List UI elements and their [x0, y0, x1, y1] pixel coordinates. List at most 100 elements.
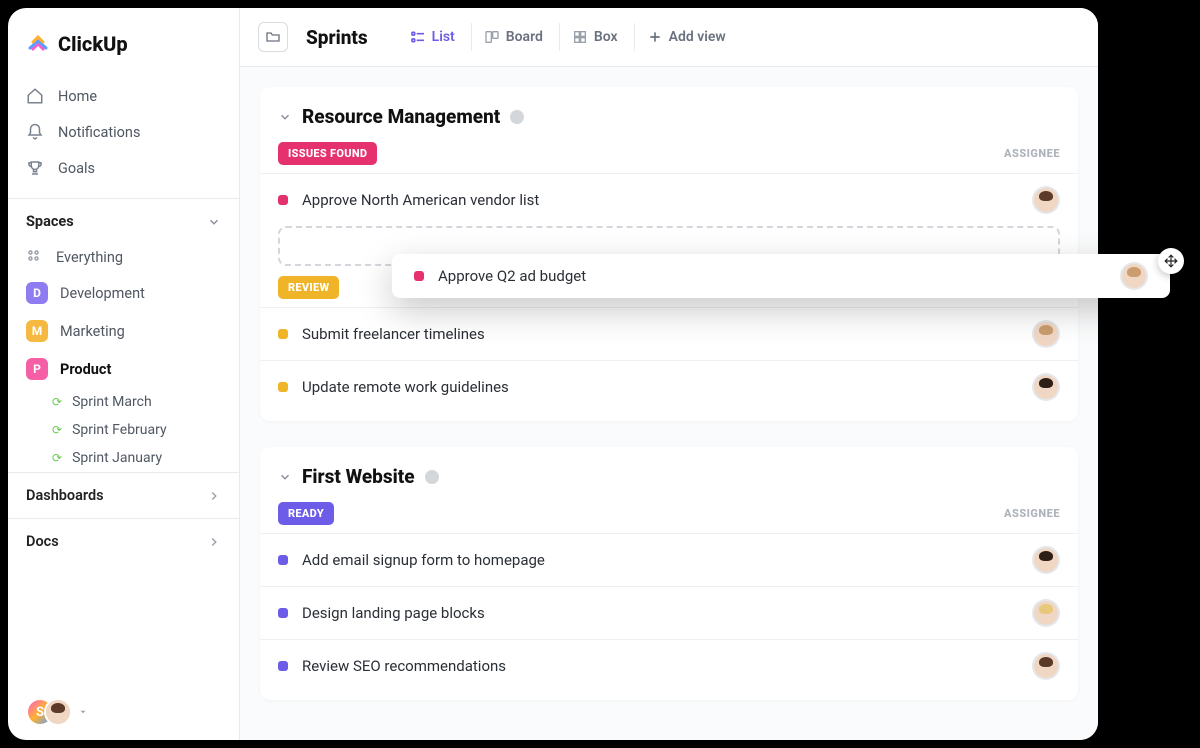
nav-docs[interactable]: Docs	[8, 518, 239, 564]
drag-cursor-icon	[1158, 248, 1184, 274]
status-header-ready: READY ASSIGNEE	[260, 502, 1078, 533]
task-title: Submit freelancer timelines	[302, 325, 485, 343]
folder-icon[interactable]	[258, 22, 288, 52]
task-row[interactable]: Design landing page blocks	[260, 586, 1078, 639]
caret-down-icon	[78, 707, 88, 717]
task-title: Update remote work guidelines	[302, 378, 509, 396]
list-title: Resource Management	[302, 105, 500, 128]
nav-notifications[interactable]: Notifications	[8, 114, 239, 150]
main-area: Sprints List Board Box Add view	[240, 8, 1098, 740]
add-view-label: Add view	[669, 29, 726, 45]
status-dot	[278, 555, 288, 565]
chevron-down-icon	[207, 215, 221, 229]
view-tab-box[interactable]: Box	[559, 23, 630, 51]
task-title: Approve North American vendor list	[302, 191, 539, 209]
spaces-header[interactable]: Spaces	[8, 198, 239, 240]
list-header[interactable]: First Website	[260, 465, 1078, 502]
status-dot	[278, 661, 288, 671]
assignee-avatar[interactable]	[1032, 320, 1060, 348]
sprint-january[interactable]: ⟳ Sprint January	[8, 444, 239, 472]
space-product[interactable]: P Product	[8, 350, 239, 388]
nav-goals[interactable]: Goals	[8, 150, 239, 186]
status-pill-review[interactable]: REVIEW	[278, 276, 339, 299]
topbar: Sprints List Board Box Add view	[240, 8, 1098, 67]
status-pill-issues[interactable]: ISSUES FOUND	[278, 142, 377, 165]
assignee-avatar[interactable]	[1032, 652, 1060, 680]
plus-icon	[647, 29, 663, 45]
sprint-march[interactable]: ⟳ Sprint March	[8, 388, 239, 416]
space-everything[interactable]: Everything	[8, 240, 239, 274]
sprint-march-label: Sprint March	[72, 394, 152, 410]
view-tab-board[interactable]: Board	[471, 23, 555, 51]
space-badge-m: M	[26, 320, 48, 342]
spaces-title: Spaces	[26, 213, 74, 230]
column-assignee: ASSIGNEE	[1004, 147, 1060, 160]
nav-dashboards-label: Dashboards	[26, 487, 104, 504]
task-row[interactable]: Review SEO recommendations	[260, 639, 1078, 692]
list-icon	[410, 29, 426, 45]
task-row[interactable]: Approve North American vendor list	[260, 173, 1078, 226]
brand-logo[interactable]: ClickUp	[8, 24, 239, 74]
sprint-february[interactable]: ⟳ Sprint February	[8, 416, 239, 444]
sprint-february-label: Sprint February	[72, 422, 167, 438]
list-title: First Website	[302, 465, 415, 488]
status-dot	[278, 382, 288, 392]
nav-dashboards[interactable]: Dashboards	[8, 472, 239, 518]
task-title: Review SEO recommendations	[302, 657, 506, 675]
task-title: Design landing page blocks	[302, 604, 485, 622]
add-view-button[interactable]: Add view	[634, 23, 738, 51]
dragging-task-card[interactable]: Approve Q2 ad budget	[392, 254, 1170, 298]
space-development-label: Development	[60, 285, 145, 302]
board-icon	[484, 29, 500, 45]
nav-docs-label: Docs	[26, 533, 59, 550]
nav-notifications-label: Notifications	[58, 124, 140, 141]
task-row[interactable]: Update remote work guidelines	[260, 360, 1078, 413]
chevron-down-icon	[278, 470, 292, 484]
brand-name: ClickUp	[58, 32, 128, 56]
assignee-avatar[interactable]	[1032, 599, 1060, 627]
assignee-avatar[interactable]	[1032, 186, 1060, 214]
user-avatar	[44, 698, 72, 726]
assignee-avatar[interactable]	[1032, 546, 1060, 574]
status-dot	[278, 195, 288, 205]
nav-home-label: Home	[58, 88, 97, 105]
dragging-task-title: Approve Q2 ad budget	[438, 267, 586, 285]
sidebar: ClickUp Home Notifications Goals Spaces …	[8, 8, 240, 740]
grid-icon	[26, 248, 44, 266]
page-title: Sprints	[306, 26, 368, 49]
space-badge-p: P	[26, 358, 48, 380]
content-scroll[interactable]: Resource Management ISSUES FOUND ASSIGNE…	[240, 67, 1098, 740]
assignee-avatar[interactable]	[1120, 262, 1148, 290]
space-marketing[interactable]: M Marketing	[8, 312, 239, 350]
sprint-icon: ⟳	[52, 423, 62, 437]
view-tab-list-label: List	[432, 29, 455, 45]
info-icon[interactable]	[510, 110, 524, 124]
nav-goals-label: Goals	[58, 160, 95, 177]
task-row[interactable]: Add email signup form to homepage	[260, 533, 1078, 586]
clickup-logo-icon	[26, 32, 50, 56]
chevron-right-icon	[207, 535, 221, 549]
space-development[interactable]: D Development	[8, 274, 239, 312]
status-dot	[278, 608, 288, 618]
sprint-january-label: Sprint January	[72, 450, 162, 466]
status-header-issues: ISSUES FOUND ASSIGNEE	[260, 142, 1078, 173]
list-header[interactable]: Resource Management	[260, 105, 1078, 142]
view-tab-board-label: Board	[506, 29, 543, 45]
space-everything-label: Everything	[56, 249, 123, 266]
view-tab-list[interactable]: List	[398, 23, 467, 51]
nav-home[interactable]: Home	[8, 78, 239, 114]
home-icon	[26, 87, 44, 105]
list-first-website: First Website READY ASSIGNEE Add email s…	[260, 447, 1078, 700]
bell-icon	[26, 123, 44, 141]
info-icon[interactable]	[425, 470, 439, 484]
space-product-label: Product	[60, 361, 111, 378]
status-dot	[278, 329, 288, 339]
task-title: Add email signup form to homepage	[302, 551, 545, 569]
sprint-icon: ⟳	[52, 395, 62, 409]
status-pill-ready[interactable]: READY	[278, 502, 334, 525]
view-tab-box-label: Box	[594, 29, 618, 45]
assignee-avatar[interactable]	[1032, 373, 1060, 401]
task-row[interactable]: Submit freelancer timelines	[260, 307, 1078, 360]
sidebar-footer[interactable]: S	[8, 684, 239, 740]
chevron-right-icon	[207, 489, 221, 503]
